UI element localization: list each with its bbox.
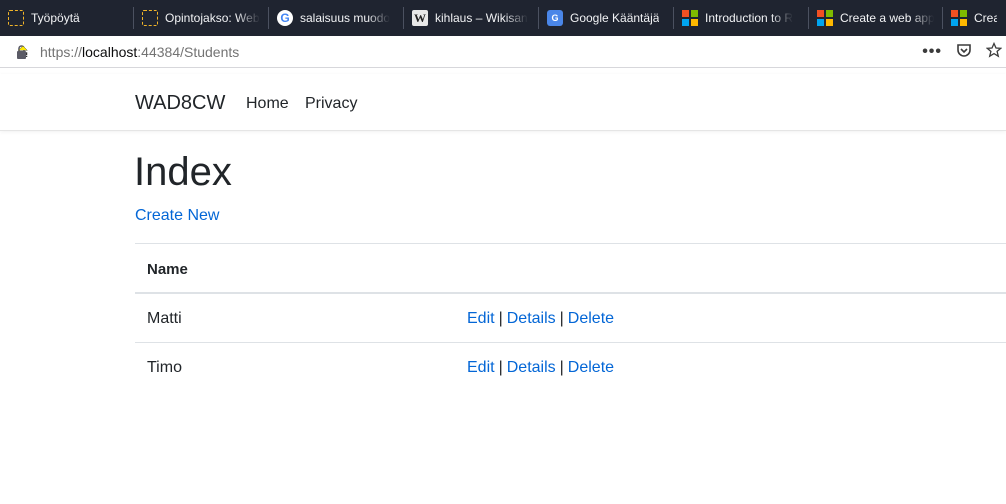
microsoft-icon [682,10,698,26]
bookmark-item[interactable]: Create [943,0,1005,36]
wiktionary-icon: W [412,10,428,26]
folder-dashed-icon [142,10,158,26]
students-table: Name Matti Edit | Details | Delete Timo Edit… [135,243,1006,392]
action-separator: | [498,359,503,376]
bookmark-item[interactable]: Introduction to R [674,0,808,36]
bookmark-item[interactable]: W kihlaus – Wikisan [404,0,538,36]
edit-link[interactable]: Edit [467,310,495,327]
microsoft-icon [951,10,967,26]
action-separator: | [498,310,503,327]
site-navbar: WAD8CW Home Privacy [0,74,1006,131]
page-actions-menu-icon[interactable]: ••• [922,43,942,61]
details-link[interactable]: Details [507,310,556,327]
url-bar[interactable]: https://localhost:44384/Students ••• [0,36,1006,68]
nav-privacy-link[interactable]: Privacy [305,95,357,113]
create-new-link[interactable]: Create New [135,207,219,225]
bookmark-item[interactable]: G Google Kääntäjä [539,0,673,36]
bookmark-item[interactable]: Opintojakso: Web [134,0,268,36]
edit-link[interactable]: Edit [467,359,495,376]
microsoft-icon [817,10,833,26]
pocket-icon[interactable] [956,42,972,63]
url-actions: ••• [922,36,1006,68]
insecure-lock-icon[interactable] [14,43,32,61]
folder-dashed-icon [8,10,24,26]
bookmarks-toolbar: Työpöytä Opintojakso: Web salaisuus muod… [0,0,1006,36]
table-row: Timo Edit | Details | Delete [135,343,1006,392]
row-actions: Edit | Details | Delete [467,359,614,377]
student-name: Timo [147,359,182,376]
url-scheme: https:// [40,43,83,60]
action-separator: | [559,359,564,376]
delete-link[interactable]: Delete [568,310,614,327]
url-path: :44384/Students [137,43,240,60]
student-name: Matti [147,310,182,327]
url-text[interactable]: https://localhost:44384/Students [40,44,239,60]
table-row: Matti Edit | Details | Delete [135,294,1006,343]
bookmark-star-icon[interactable] [985,41,1003,63]
bookmark-item[interactable]: salaisuus muodo [269,0,403,36]
url-host: localhost [82,43,138,60]
bookmark-item[interactable]: Create a web app [809,0,942,36]
row-actions: Edit | Details | Delete [467,310,614,328]
column-header-name: Name [147,261,188,278]
bookmark-item[interactable]: Työpöytä [0,0,133,36]
details-link[interactable]: Details [507,359,556,376]
nav-home-link[interactable]: Home [246,95,289,113]
page-title: Index [134,150,232,194]
action-separator: | [559,310,564,327]
delete-link[interactable]: Delete [568,359,614,376]
google-translate-icon: G [547,10,563,26]
google-icon [277,10,293,26]
table-header: Name [135,244,1006,294]
brand-link[interactable]: WAD8CW [135,92,225,115]
